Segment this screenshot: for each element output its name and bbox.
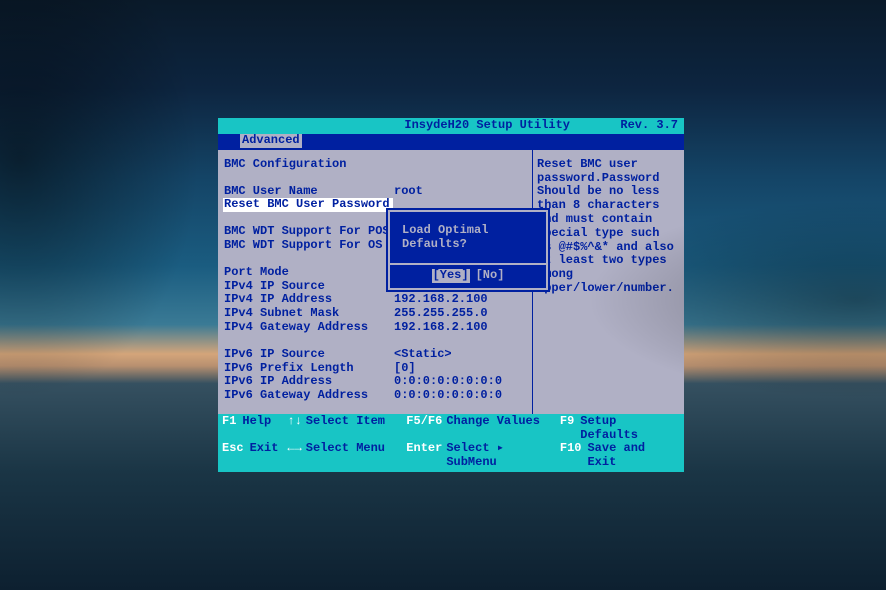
lab-select-submenu: Select ▸ SubMenu bbox=[446, 442, 560, 470]
key-enter: Enter bbox=[406, 442, 442, 470]
row-ipv6-source[interactable]: IPv6 IP Source <Static> bbox=[224, 348, 526, 362]
footer-row-2: Esc Exit ←→Select Menu EnterSelect ▸ SubM… bbox=[222, 442, 680, 470]
value: 192.168.2.100 bbox=[394, 293, 488, 307]
dialog-buttons: [Yes] [No] bbox=[390, 265, 546, 288]
label: Port Mode bbox=[224, 266, 394, 280]
panel-heading-text: BMC Configuration bbox=[224, 158, 346, 172]
row-ipv6-address[interactable]: IPv6 IP Address 0:0:0:0:0:0:0:0 bbox=[224, 375, 526, 389]
dialog-load-defaults: Load Optimal Defaults? [Yes] [No] bbox=[388, 210, 548, 290]
label: IPv4 IP Address bbox=[224, 293, 394, 307]
help-text: Reset BMC user password.Password Should … bbox=[537, 158, 680, 296]
value: 0:0:0:0:0:0:0:0 bbox=[394, 389, 502, 403]
dialog-question: Load Optimal Defaults? bbox=[402, 216, 540, 262]
label: IPv6 Prefix Length bbox=[224, 362, 394, 376]
value: root bbox=[394, 185, 423, 199]
key-f1: F1 bbox=[222, 415, 236, 443]
row-ipv6-prefix[interactable]: IPv6 Prefix Length [0] bbox=[224, 362, 526, 376]
lab-save-exit: Save and Exit bbox=[587, 442, 680, 470]
key-f5f6: F5/F6 bbox=[406, 415, 442, 443]
value: [0] bbox=[394, 362, 416, 376]
yes-button[interactable]: [Yes] bbox=[432, 269, 470, 283]
lab-help: Help bbox=[242, 415, 271, 443]
footer-row-1: F1Help ↑↓Select Item F5/F6Change Values … bbox=[222, 415, 680, 443]
spacer bbox=[224, 335, 526, 348]
value: <Static> bbox=[394, 348, 452, 362]
label: IPv4 Subnet Mask bbox=[224, 307, 394, 321]
key-f9: F9 bbox=[560, 415, 574, 443]
label: IPv4 IP Source bbox=[224, 280, 394, 294]
no-button[interactable]: [No] bbox=[476, 269, 505, 283]
panel-heading: BMC Configuration bbox=[224, 158, 526, 172]
page-title: InsydeH20 Setup Utility bbox=[354, 119, 620, 133]
label: IPv4 Gateway Address bbox=[224, 321, 394, 335]
label: IPv6 Gateway Address bbox=[224, 389, 394, 403]
lab-select-menu: Select Menu bbox=[306, 442, 385, 470]
dialog-body: Load Optimal Defaults? bbox=[390, 212, 546, 264]
row-ipv4-address[interactable]: IPv4 IP Address 192.168.2.100 bbox=[224, 293, 526, 307]
label: IPv6 IP Address bbox=[224, 375, 394, 389]
row-ipv6-gateway[interactable]: IPv6 Gateway Address 0:0:0:0:0:0:0:0 bbox=[224, 389, 526, 403]
lab-exit: Exit bbox=[250, 442, 279, 470]
tab-advanced[interactable]: Advanced bbox=[240, 134, 302, 148]
label: BMC WDT Support For OS bbox=[224, 239, 394, 253]
value: 0:0:0:0:0:0:0:0 bbox=[394, 375, 502, 389]
lab-setup-defaults: Setup Defaults bbox=[580, 415, 680, 443]
revision-label: Rev. 3.7 bbox=[620, 119, 678, 133]
lab-change-values: Change Values bbox=[446, 415, 540, 443]
value: 192.168.2.100 bbox=[394, 321, 488, 335]
lab-select-item: Select Item bbox=[306, 415, 385, 443]
label-selected: Reset BMC User Password bbox=[223, 198, 393, 212]
title-bar: InsydeH20 Setup Utility Rev. 3.7 bbox=[218, 118, 684, 134]
label: BMC User Name bbox=[224, 185, 394, 199]
main-area: BMC Configuration BMC User Name root Res… bbox=[218, 149, 684, 414]
tab-bar[interactable]: Advanced bbox=[218, 134, 684, 149]
bios-window: InsydeH20 Setup Utility Rev. 3.7 Advance… bbox=[218, 118, 684, 472]
label: BMC WDT Support For POST bbox=[224, 225, 394, 239]
title-spacer bbox=[224, 119, 354, 133]
footer-keys: F1Help ↑↓Select Item F5/F6Change Values … bbox=[218, 414, 684, 472]
key-leftright: ←→ bbox=[287, 442, 301, 470]
key-updown: ↑↓ bbox=[287, 415, 301, 443]
spacer bbox=[224, 172, 526, 185]
row-ipv4-gateway[interactable]: IPv4 Gateway Address 192.168.2.100 bbox=[224, 321, 526, 335]
row-bmc-user-name[interactable]: BMC User Name root bbox=[224, 185, 526, 199]
key-esc: Esc bbox=[222, 442, 244, 470]
row-ipv4-subnet[interactable]: IPv4 Subnet Mask 255.255.255.0 bbox=[224, 307, 526, 321]
value: 255.255.255.0 bbox=[394, 307, 488, 321]
label: IPv6 IP Source bbox=[224, 348, 394, 362]
key-f10: F10 bbox=[560, 442, 582, 470]
help-panel: Reset BMC user password.Password Should … bbox=[532, 150, 684, 414]
